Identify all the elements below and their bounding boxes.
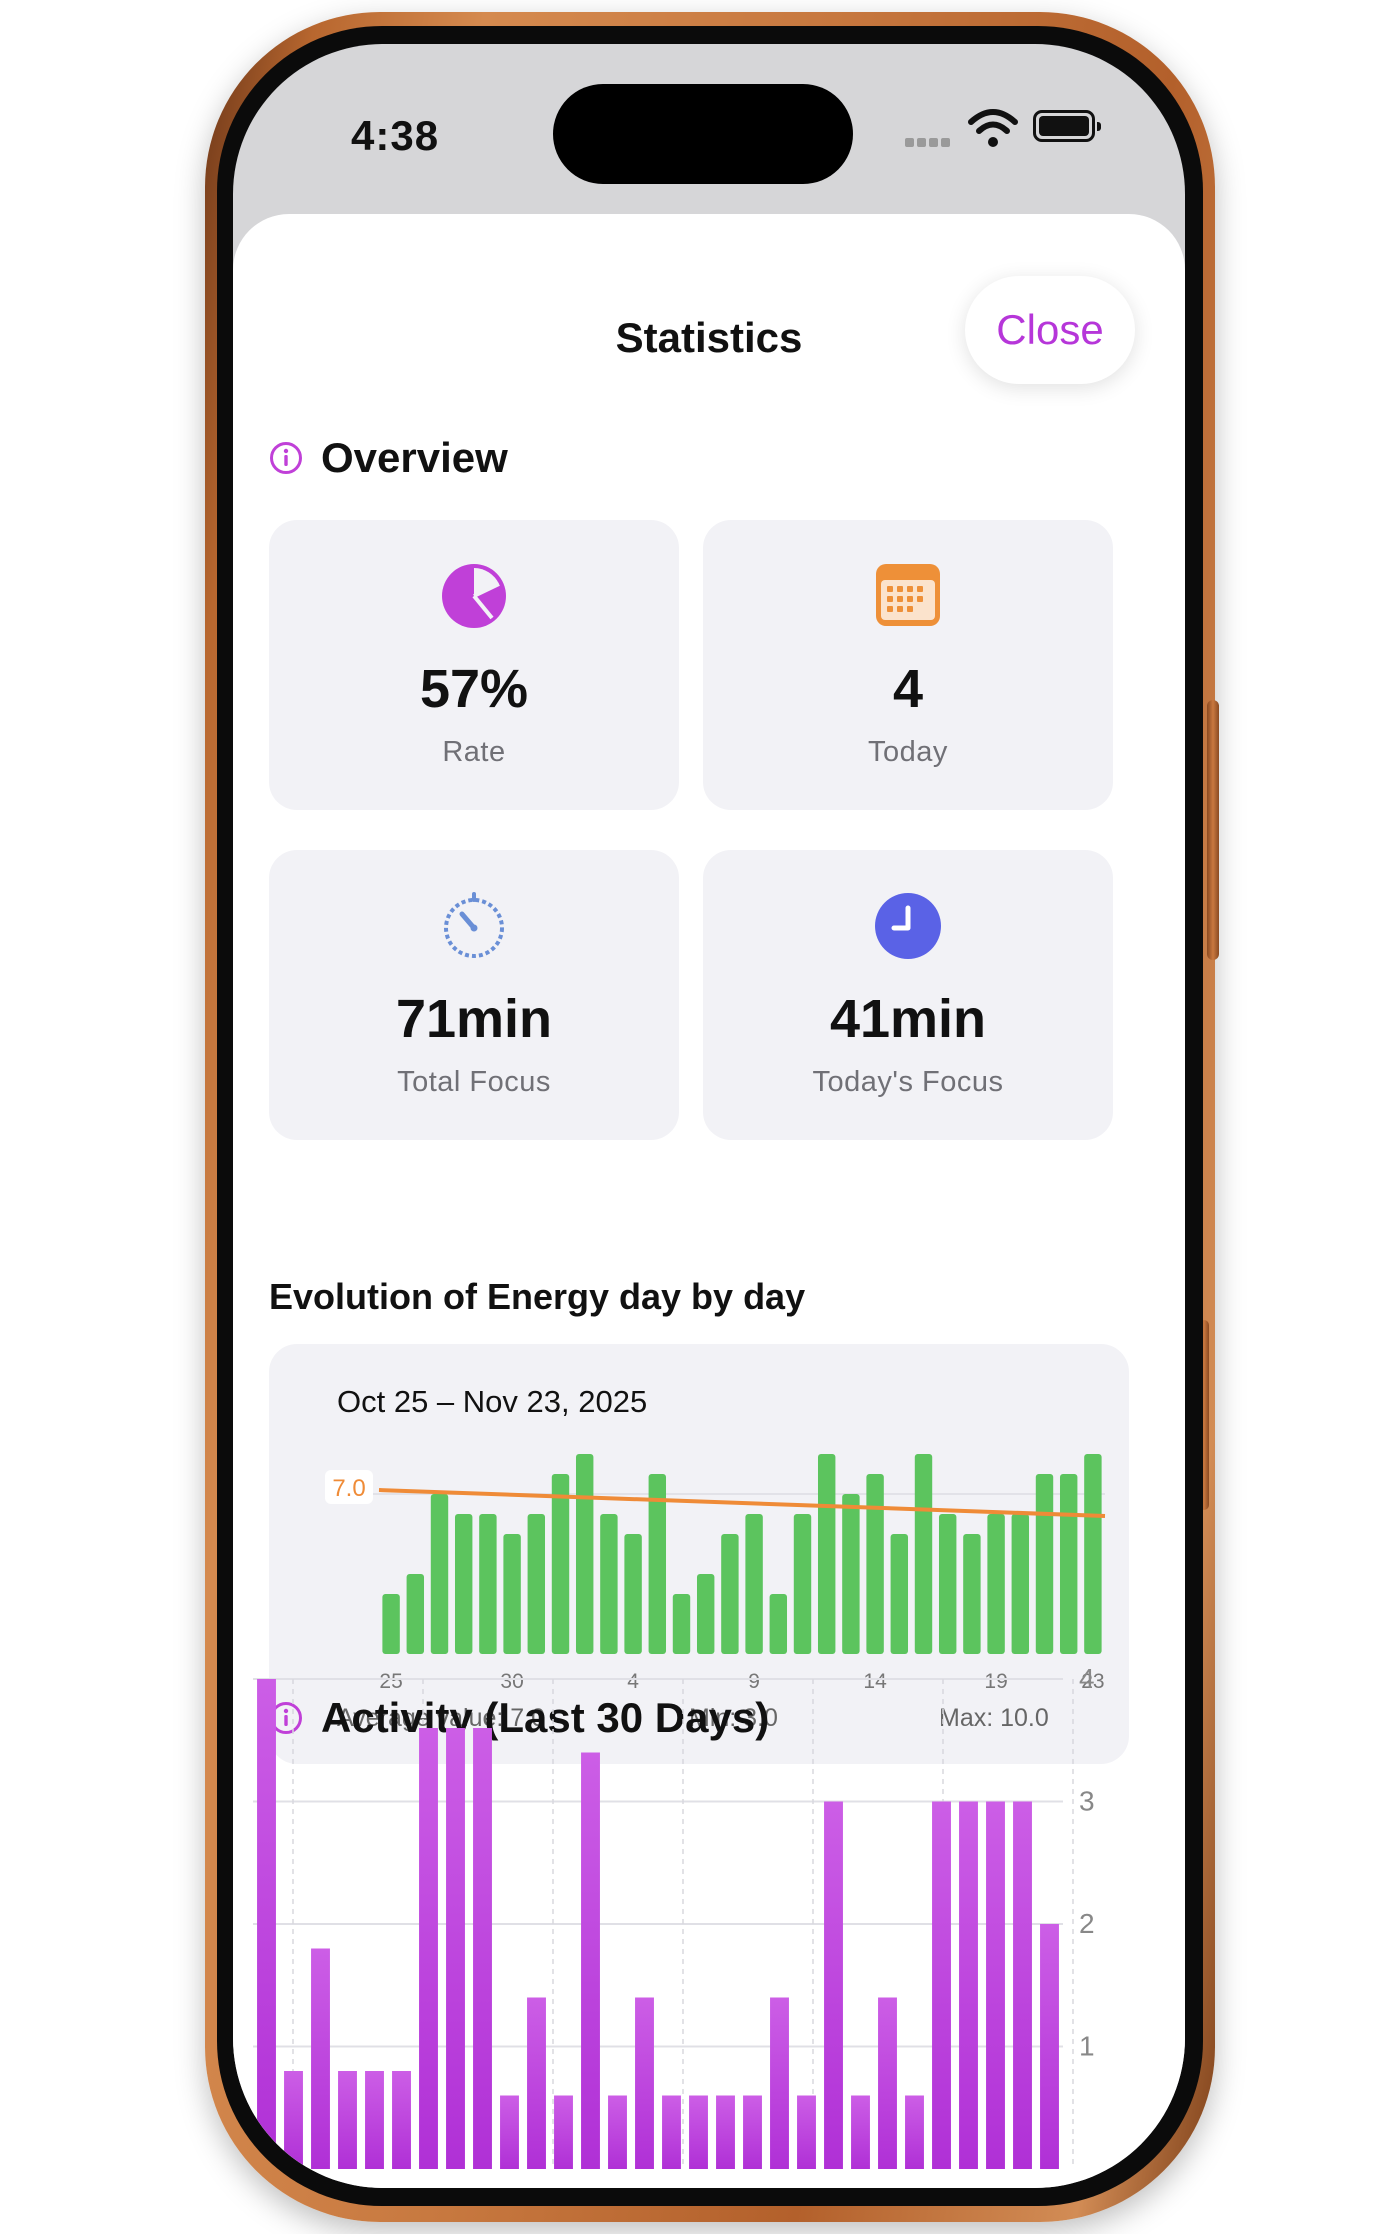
activity-bar <box>446 1728 465 2169</box>
activity-bar <box>365 2071 384 2169</box>
activity-bar <box>770 1997 789 2169</box>
activity-chart: 1 2 3 4 <box>253 1663 1095 2169</box>
status-time: 4:38 <box>351 112 440 159</box>
activity-bar <box>608 2095 627 2169</box>
activity-bar <box>851 2095 870 2169</box>
svg-text:7.0: 7.0 <box>332 1475 365 1502</box>
activity-bar <box>338 2071 357 2169</box>
activity-y-tick: 2 <box>1079 1908 1095 1939</box>
activity-bar <box>878 1997 897 2169</box>
close-button[interactable]: Close <box>965 276 1135 384</box>
activity-bar <box>932 1801 951 2169</box>
stat-label-today: Today <box>868 736 948 768</box>
calendar-icon <box>876 564 940 626</box>
stat-value-rate: 57% <box>419 659 529 719</box>
activity-bar <box>311 1948 330 2169</box>
stat-card-rate: 57% Rate <box>269 520 679 810</box>
cellular-icon <box>905 134 953 147</box>
energy-heading: Evolution of Energy day by day <box>269 1276 806 1317</box>
activity-bar <box>473 1728 492 2169</box>
stat-label-rate: Rate <box>442 736 506 768</box>
activity-bar <box>716 2095 735 2169</box>
clock-icon <box>875 893 941 959</box>
stat-value-total-focus: 71min <box>395 989 553 1049</box>
activity-bar <box>959 1801 978 2169</box>
screen: 4:38 Statistics Close Overview 57% Rate … <box>233 44 1185 2188</box>
activity-bar <box>662 2095 681 2169</box>
activity-bar <box>1013 1801 1032 2169</box>
info-icon <box>270 442 302 474</box>
battery-icon <box>1033 110 1101 142</box>
activity-bar <box>527 1997 546 2169</box>
wifi-icon <box>968 109 1018 147</box>
pie-chart-icon <box>442 564 506 628</box>
overview-heading: Overview <box>269 434 508 482</box>
activity-bar <box>500 2095 519 2169</box>
activity-y-tick: 4 <box>1079 1663 1095 1694</box>
power-button <box>1207 700 1219 960</box>
stat-card-todays-focus: 41min Today's Focus <box>703 850 1113 1140</box>
activity-bar <box>635 1997 654 2169</box>
stat-value-todays-focus: 41min <box>829 989 987 1049</box>
stat-label-total-focus: Total Focus <box>397 1066 551 1098</box>
activity-bar <box>392 2071 411 2169</box>
activity-bar <box>581 1752 600 2169</box>
activity-bar <box>689 2095 708 2169</box>
activity-bar <box>554 2095 573 2169</box>
stat-card-total-focus: 71min Total Focus <box>269 850 679 1140</box>
activity-bar <box>419 1728 438 2169</box>
activity-bar <box>986 1801 1005 2169</box>
activity-bar <box>257 1679 276 2169</box>
activity-bar <box>905 2095 924 2169</box>
activity-y-tick: 3 <box>1079 1786 1095 1817</box>
energy-average-badge: 7.0 <box>325 1470 373 1504</box>
activity-bar <box>1040 1924 1059 2169</box>
stat-label-todays-focus: Today's Focus <box>812 1066 1004 1098</box>
stat-value-today: 4 <box>892 659 924 719</box>
overview-heading-label: Overview <box>321 434 508 481</box>
activity-bar <box>284 2071 303 2169</box>
activity-bar <box>743 2095 762 2169</box>
timer-icon <box>444 892 504 958</box>
stat-card-today: 4 Today <box>703 520 1113 810</box>
activity-bar <box>824 1801 843 2169</box>
activity-y-tick: 1 <box>1079 2031 1095 2062</box>
dynamic-island <box>553 84 853 184</box>
activity-bar <box>797 2095 816 2169</box>
